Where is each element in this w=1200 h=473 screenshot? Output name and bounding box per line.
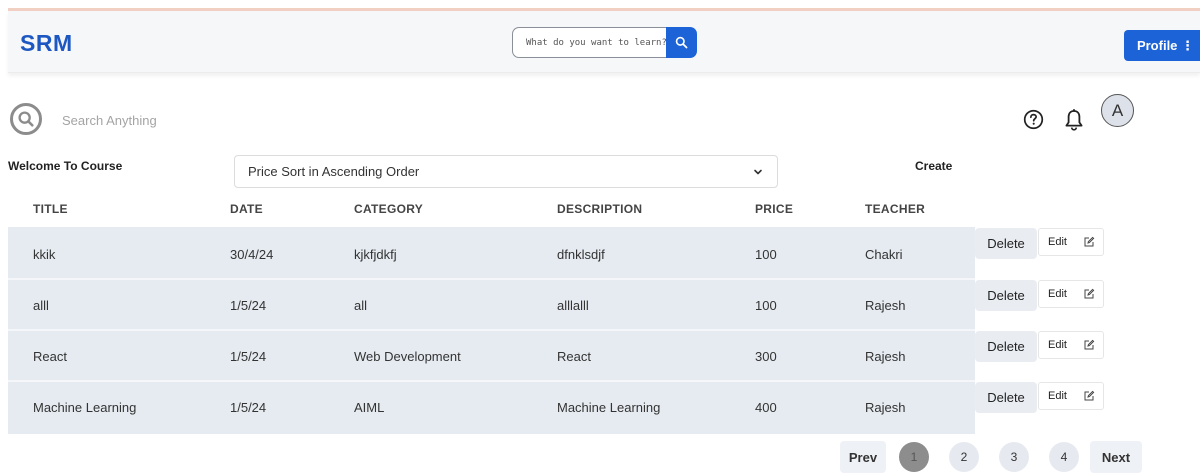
search-anything-field[interactable]: Search Anything	[62, 113, 157, 128]
cell-title: Machine Learning	[33, 400, 137, 415]
delete-button[interactable]: Delete	[975, 382, 1037, 413]
course-search-button[interactable]	[666, 27, 697, 58]
edit-icon	[1084, 390, 1095, 401]
cell-title: alll	[33, 298, 49, 313]
search-icon	[675, 36, 688, 49]
edit-button[interactable]: Edit	[1038, 228, 1104, 256]
page-1-button[interactable]: 1	[899, 442, 929, 472]
search-anything-icon[interactable]	[10, 103, 42, 135]
edit-label: Edit	[1048, 288, 1067, 300]
cell-price: 100	[755, 247, 777, 262]
cell-title: React	[33, 349, 67, 364]
course-search-input[interactable]	[512, 27, 668, 58]
delete-button[interactable]: Delete	[975, 228, 1037, 259]
brand-logo[interactable]: SRM	[20, 30, 73, 57]
cell-teacher: Rajesh	[865, 400, 906, 415]
header-price: PRICE	[755, 202, 794, 216]
prev-page-button[interactable]: Prev	[840, 441, 886, 473]
delete-button[interactable]: Delete	[975, 280, 1037, 311]
cell-description: alllalll	[557, 298, 589, 313]
cell-price: 100	[755, 298, 777, 313]
avatar[interactable]: A	[1101, 94, 1134, 127]
sort-select-value: Price Sort in Ascending Order	[248, 164, 420, 179]
page-4-button[interactable]: 4	[1049, 442, 1079, 472]
page-3-button[interactable]: 3	[999, 442, 1029, 472]
cell-teacher: Rajesh	[865, 298, 906, 313]
magnifier-icon	[18, 111, 34, 127]
row-divider	[8, 380, 975, 382]
edit-icon	[1084, 236, 1095, 247]
edit-label: Edit	[1048, 339, 1067, 351]
bell-icon[interactable]	[1063, 108, 1085, 132]
next-page-button[interactable]: Next	[1090, 441, 1142, 473]
edit-label: Edit	[1048, 236, 1067, 248]
cell-date: 1/5/24	[230, 400, 267, 415]
header-category: CATEGORY	[354, 202, 424, 216]
cell-category: AIML	[354, 400, 385, 415]
cell-title: kkik	[33, 247, 56, 262]
row-divider	[8, 278, 975, 280]
cell-description: Machine Learning	[557, 400, 661, 415]
cell-description: React	[557, 349, 591, 364]
create-button[interactable]: Create	[915, 159, 952, 173]
cell-date: 1/5/24	[230, 298, 267, 313]
edit-button[interactable]: Edit	[1038, 331, 1104, 359]
header-date: DATE	[230, 202, 263, 216]
edit-icon	[1084, 339, 1095, 350]
cell-price: 400	[755, 400, 777, 415]
row-divider	[8, 329, 975, 331]
header-description: DESCRIPTION	[557, 202, 643, 216]
page-title: Welcome To Course	[8, 159, 123, 173]
edit-label: Edit	[1048, 390, 1067, 402]
cell-category: kjkfjdkfj	[354, 247, 397, 262]
cell-teacher: Rajesh	[865, 349, 906, 364]
profile-button[interactable]: Profile ⋮	[1124, 30, 1200, 61]
cell-date: 1/5/24	[230, 349, 267, 364]
navbar: SRM Profile ⋮	[8, 11, 1200, 73]
cell-category: all	[354, 298, 368, 313]
page-2-button[interactable]: 2	[949, 442, 979, 472]
edit-icon	[1084, 288, 1095, 299]
delete-button[interactable]: Delete	[975, 331, 1037, 362]
chevron-down-icon	[754, 169, 762, 175]
header-title: TITLE	[33, 202, 68, 216]
sort-select[interactable]: Price Sort in Ascending Order	[234, 155, 778, 188]
course-search	[512, 27, 697, 58]
help-icon[interactable]	[1023, 109, 1044, 130]
cell-description: dfnklsdjf	[557, 247, 605, 262]
cell-date: 30/4/24	[230, 247, 274, 262]
cell-teacher: Chakri	[865, 247, 903, 262]
cell-price: 300	[755, 349, 777, 364]
header-teacher: TEACHER	[865, 202, 926, 216]
edit-button[interactable]: Edit	[1038, 382, 1104, 410]
edit-button[interactable]: Edit	[1038, 280, 1104, 308]
cell-category: Web Development	[354, 349, 461, 364]
